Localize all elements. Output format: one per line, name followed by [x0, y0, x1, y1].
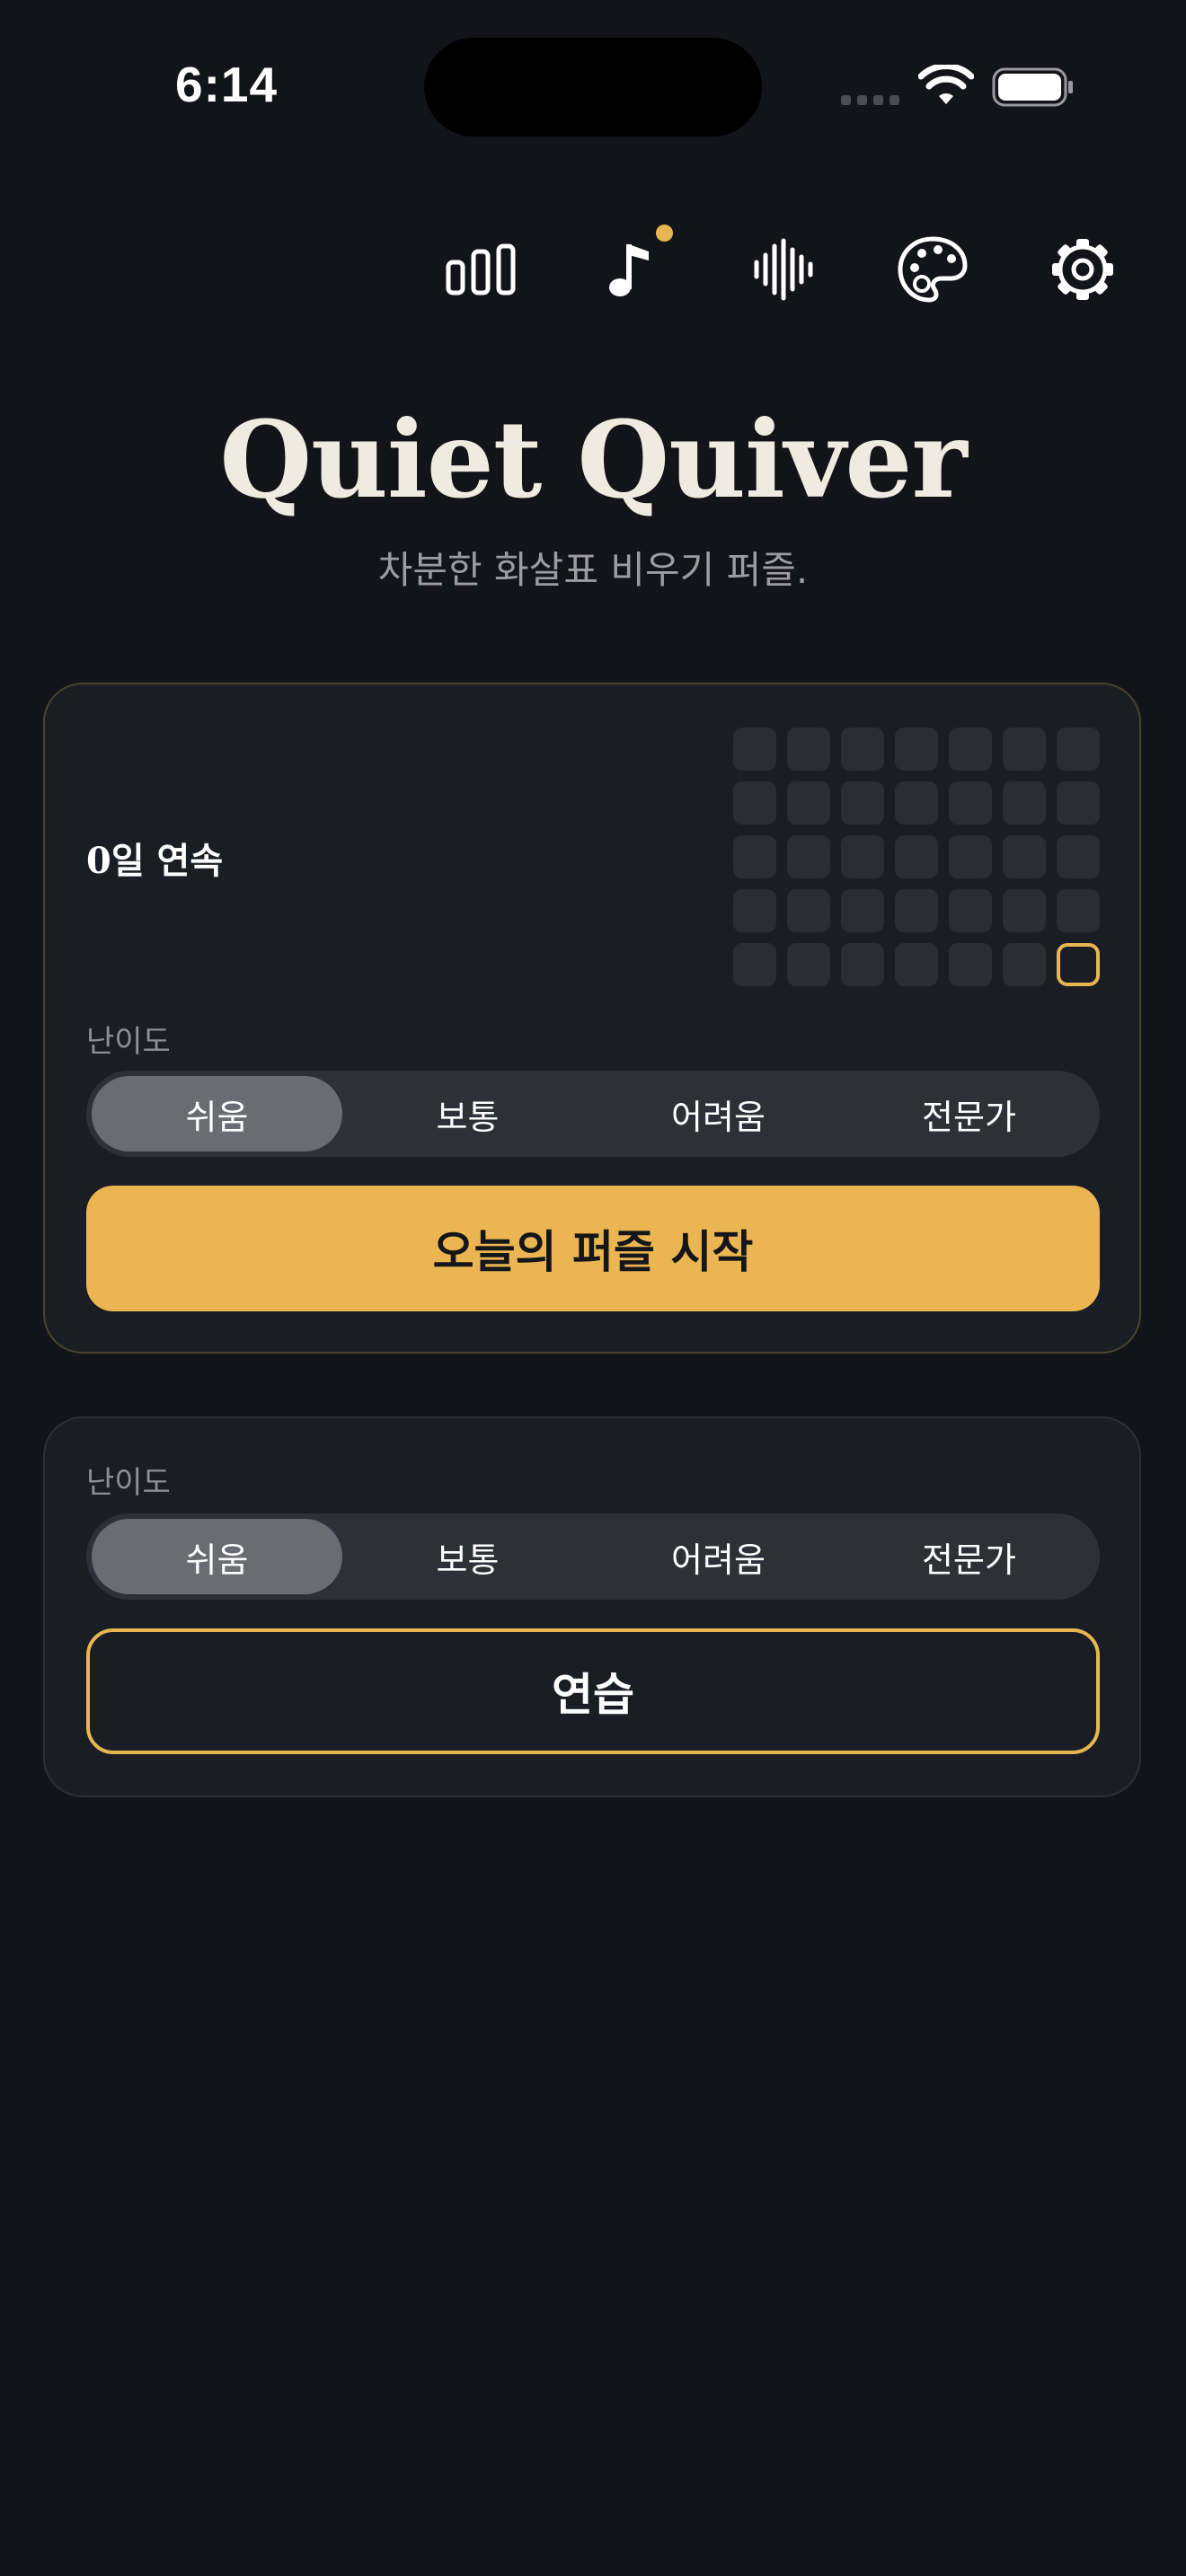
difficulty-option-easy[interactable]: 쉬움 [92, 1076, 342, 1151]
calendar-day [895, 889, 938, 932]
difficulty-option-easy[interactable]: 쉬움 [92, 1519, 342, 1594]
practice-card: 난이도 쉬움 보통 어려움 전문가 연습 [43, 1416, 1141, 1797]
dynamic-island [424, 38, 762, 137]
calendar-day [787, 728, 830, 771]
calendar-day [1057, 889, 1100, 932]
app-subtitle: 차분한 화살표 비우기 퍼즐. [377, 548, 809, 592]
calendar-day [841, 835, 884, 878]
music-button[interactable] [593, 232, 668, 307]
battery-icon [992, 67, 1073, 107]
calendar-day [1057, 728, 1100, 771]
calendar-day [1003, 781, 1046, 825]
calendar-day [841, 943, 884, 986]
calendar-day [733, 943, 776, 986]
calendar-day [949, 835, 992, 878]
difficulty-option-normal[interactable]: 보통 [342, 1076, 593, 1151]
difficulty-option-hard[interactable]: 어려움 [593, 1076, 844, 1151]
calendar-day [787, 889, 830, 932]
calendar-day [841, 889, 884, 932]
stats-button[interactable] [443, 232, 518, 307]
palette-icon [898, 236, 968, 303]
calendar-day [1057, 835, 1100, 878]
sound-wave-icon [754, 238, 813, 301]
difficulty-option-expert[interactable]: 전문가 [844, 1519, 1094, 1594]
theme-button[interactable] [895, 232, 970, 307]
difficulty-label: 난이도 [86, 1465, 171, 1501]
difficulty-option-expert[interactable]: 전문가 [844, 1076, 1094, 1151]
calendar-day [787, 835, 830, 878]
calendar-day [949, 728, 992, 771]
streak-label: 0일 연속 [86, 840, 224, 882]
calendar-day [733, 835, 776, 878]
calendar-day [949, 943, 992, 986]
calendar-day-today [1057, 943, 1100, 986]
calendar-day [895, 728, 938, 771]
calendar-day [733, 728, 776, 771]
calendar-day [841, 781, 884, 825]
calendar-day [1003, 728, 1046, 771]
practice-difficulty-picker: 쉬움 보통 어려움 전문가 [86, 1513, 1100, 1600]
calendar-day [841, 728, 884, 771]
start-daily-puzzle-button[interactable]: 오늘의 퍼즐 시작 [86, 1186, 1100, 1311]
calendar-day [1057, 781, 1100, 825]
gear-icon [1052, 239, 1113, 300]
daily-difficulty-picker: 쉬움 보통 어려움 전문가 [86, 1071, 1100, 1157]
difficulty-option-normal[interactable]: 보통 [342, 1519, 593, 1594]
practice-button[interactable]: 연습 [86, 1628, 1100, 1754]
music-badge-dot [656, 225, 673, 242]
status-time: 6:14 [175, 57, 279, 112]
sound-button[interactable] [744, 232, 819, 307]
wifi-icon [918, 65, 974, 104]
calendar-day [895, 835, 938, 878]
calendar-day [733, 889, 776, 932]
calendar-day [1003, 943, 1046, 986]
calendar-day [733, 781, 776, 825]
calendar-day [1003, 889, 1046, 932]
daily-puzzle-card: 0일 연속 난이도 쉬움 보통 어려움 전문가 오늘의 퍼즐 시작 [43, 683, 1141, 1354]
calendar-day [949, 889, 992, 932]
music-icon [609, 244, 649, 296]
difficulty-option-hard[interactable]: 어려움 [593, 1519, 844, 1594]
calendar-day [949, 781, 992, 825]
difficulty-label: 난이도 [86, 1024, 171, 1060]
calendar-day [787, 781, 830, 825]
calendar-day [787, 943, 830, 986]
calendar-day [1003, 835, 1046, 878]
streak-calendar [733, 728, 1100, 986]
cellular-signal-icon [841, 95, 899, 105]
calendar-day [895, 943, 938, 986]
stats-icon [446, 243, 516, 296]
settings-button[interactable] [1045, 232, 1120, 307]
calendar-day [895, 781, 938, 825]
app-title: Quiet Quiver [219, 397, 967, 522]
